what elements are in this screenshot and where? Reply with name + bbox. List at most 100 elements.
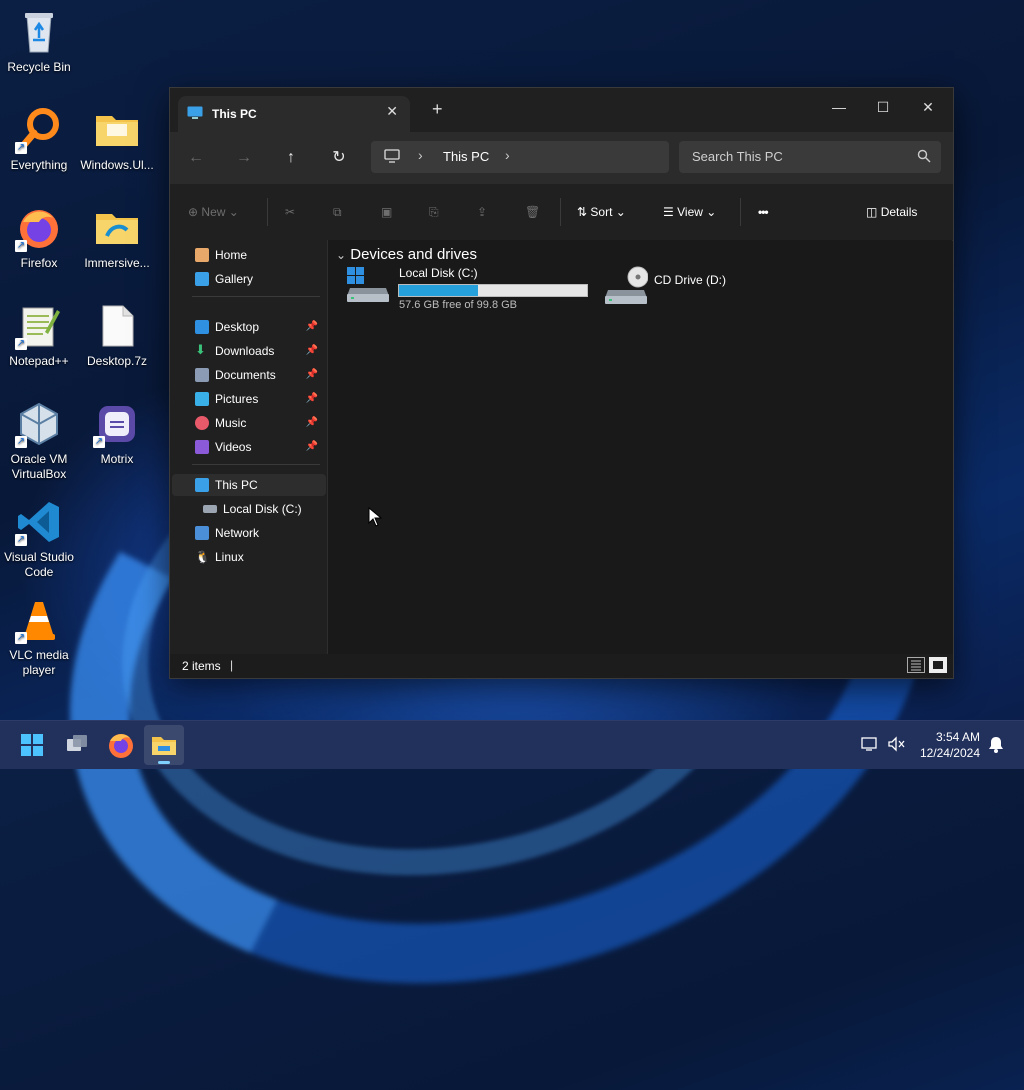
- navigation-pane: Home Gallery Desktop 📌 ⬇ Downloads 📌 Doc…: [170, 240, 328, 658]
- shortcut-arrow-icon: ↗: [15, 240, 27, 252]
- minimize-button[interactable]: —: [817, 94, 861, 120]
- sidebar-item-label: Videos: [215, 440, 252, 454]
- new-button[interactable]: ⊕ New ⌄: [188, 202, 239, 222]
- sidebar-item-home[interactable]: Home: [170, 244, 324, 266]
- monitor-icon: [384, 149, 400, 166]
- sidebar-item-label: Music: [215, 416, 247, 430]
- close-window-button[interactable]: ✕: [906, 94, 950, 120]
- file-icon: [93, 302, 141, 350]
- tiles-view-icon[interactable]: [929, 657, 947, 673]
- cut-icon[interactable]: ✂: [285, 202, 295, 222]
- drive-item-c[interactable]: Local Disk (C:) 57.6 GB free of 99.8 GB: [346, 266, 590, 314]
- file-explorer-window: This PC ✕ + — ☐ ✕ ← → ↑ ↻ › This PC › Se…: [169, 87, 954, 679]
- network-status-icon[interactable]: [861, 736, 879, 755]
- desktop-icon-label: VLC media player: [9, 648, 69, 677]
- system-clock[interactable]: 3:54 AM 12/24/2024: [920, 729, 980, 761]
- sidebar-item-videos[interactable]: Videos 📌: [170, 436, 324, 458]
- sidebar-item-label: Downloads: [215, 344, 275, 358]
- pin-icon[interactable]: 📌: [306, 388, 318, 410]
- desktop-icon-label: Immersive...: [84, 256, 150, 270]
- shortcut-arrow-icon: ↗: [93, 436, 105, 448]
- forward-arrow-icon[interactable]: →: [232, 146, 256, 170]
- desktop-icon-immersive[interactable]: Immersive...: [77, 204, 157, 271]
- sidebar-item-documents[interactable]: Documents 📌: [170, 364, 324, 386]
- group-header[interactable]: ⌄ Devices and drives: [336, 246, 477, 263]
- sort-icon: ⇅: [577, 205, 588, 219]
- maximize-button[interactable]: ☐: [861, 94, 905, 120]
- chevron-down-icon: ⌄: [336, 248, 347, 262]
- address-bar[interactable]: › This PC ›: [371, 141, 669, 173]
- start-button[interactable]: [16, 729, 48, 761]
- up-arrow-icon[interactable]: ↑: [279, 146, 303, 170]
- sidebar-item-gallery[interactable]: Gallery: [170, 268, 324, 290]
- paste-icon[interactable]: ▣: [381, 202, 392, 222]
- details-view-icon[interactable]: [907, 657, 925, 673]
- shortcut-arrow-icon: ↗: [15, 436, 27, 448]
- sidebar-item-downloads[interactable]: ⬇ Downloads 📌: [170, 340, 324, 362]
- new-tab-button[interactable]: +: [432, 99, 443, 120]
- chevron-down-icon: ⌄: [706, 205, 717, 219]
- breadcrumb-chevron-icon[interactable]: ›: [505, 147, 510, 163]
- desktop-icon-everything[interactable]: ↗ Everything: [0, 106, 79, 173]
- taskbar-firefox[interactable]: [105, 729, 137, 761]
- drive-usage-fill: [399, 285, 478, 296]
- sidebar-item-pictures[interactable]: Pictures 📌: [170, 388, 324, 410]
- drive-name: Local Disk (C:): [399, 266, 478, 280]
- shortcut-arrow-icon: ↗: [15, 338, 27, 350]
- tab-this-pc[interactable]: This PC ✕: [178, 96, 410, 132]
- status-bar: 2 items |: [170, 654, 953, 678]
- breadcrumb-this-pc[interactable]: This PC: [443, 149, 489, 164]
- sidebar-item-label: This PC: [215, 478, 258, 492]
- desktop-icon-firefox[interactable]: ↗ Firefox: [0, 204, 79, 271]
- sidebar-item-label: Gallery: [215, 272, 254, 286]
- chevron-down-icon: ⌄: [615, 205, 626, 219]
- sidebar-item-label: Documents: [215, 368, 276, 382]
- desktop-icon-label: Windows.Ul...: [80, 158, 154, 172]
- back-arrow-icon[interactable]: ←: [184, 146, 208, 170]
- sidebar-item-this-pc[interactable]: This PC: [172, 474, 326, 496]
- desktop-icon-vscode[interactable]: ↗ Visual Studio Code: [0, 498, 79, 580]
- refresh-icon[interactable]: ↻: [327, 146, 351, 170]
- videos-icon: [195, 440, 209, 454]
- task-view-button[interactable]: [61, 729, 93, 761]
- close-tab-icon[interactable]: ✕: [386, 103, 398, 120]
- sidebar-item-desktop[interactable]: Desktop 📌: [170, 316, 324, 338]
- sidebar-item-local-disk-c[interactable]: Local Disk (C:): [170, 498, 324, 520]
- desktop-icon-virtualbox[interactable]: ↗ Oracle VM VirtualBox: [0, 400, 79, 482]
- sidebar-item-linux[interactable]: 🐧 Linux: [170, 546, 324, 568]
- details-button[interactable]: ◫ Details: [866, 202, 917, 222]
- pin-icon[interactable]: 📌: [306, 316, 318, 338]
- share-icon[interactable]: ⇪: [477, 202, 487, 222]
- pin-icon[interactable]: 📌: [306, 364, 318, 386]
- desktop-icon-motrix[interactable]: ↗ Motrix: [77, 400, 157, 467]
- sidebar-item-music[interactable]: Music 📌: [170, 412, 324, 434]
- desktop-icon-vlc[interactable]: ↗ VLC media player: [0, 596, 79, 678]
- tab-title: This PC: [212, 107, 257, 121]
- chevron-down-icon: ⌄: [228, 205, 239, 219]
- desktop-icon-recycle-bin[interactable]: Recycle Bin: [0, 8, 79, 75]
- volume-muted-icon[interactable]: [887, 736, 905, 755]
- task-view-icon: [67, 735, 87, 751]
- sidebar-item-network[interactable]: Network: [170, 522, 324, 544]
- more-options-button[interactable]: •••: [758, 202, 769, 222]
- pin-icon[interactable]: 📌: [306, 436, 318, 458]
- search-box[interactable]: Search This PC: [679, 141, 941, 173]
- desktop-icon-notepadpp[interactable]: ↗ Notepad++: [0, 302, 79, 369]
- sort-button[interactable]: ⇅ Sort ⌄: [577, 202, 626, 222]
- view-button[interactable]: ☰ View ⌄: [663, 202, 716, 222]
- drive-item-d[interactable]: CD Drive (D:): [604, 266, 764, 314]
- copy-icon[interactable]: ⧉: [333, 202, 342, 222]
- notification-bell-icon[interactable]: [988, 735, 1004, 756]
- delete-icon[interactable]: 🗑: [525, 202, 540, 222]
- pin-icon[interactable]: 📌: [306, 340, 318, 362]
- search-icon: [917, 149, 931, 166]
- desktop-icon-desktop-7z[interactable]: Desktop.7z: [77, 302, 157, 369]
- group-title: Devices and drives: [350, 246, 477, 263]
- drive-icon: [203, 505, 217, 513]
- taskbar-file-explorer[interactable]: [144, 725, 184, 765]
- breadcrumb-chevron-icon[interactable]: ›: [418, 147, 423, 163]
- vlc-icon: ↗: [15, 596, 63, 644]
- desktop-icon-windows-ul[interactable]: Windows.Ul...: [77, 106, 157, 173]
- rename-icon[interactable]: ⎘: [429, 202, 439, 222]
- pin-icon[interactable]: 📌: [306, 412, 318, 434]
